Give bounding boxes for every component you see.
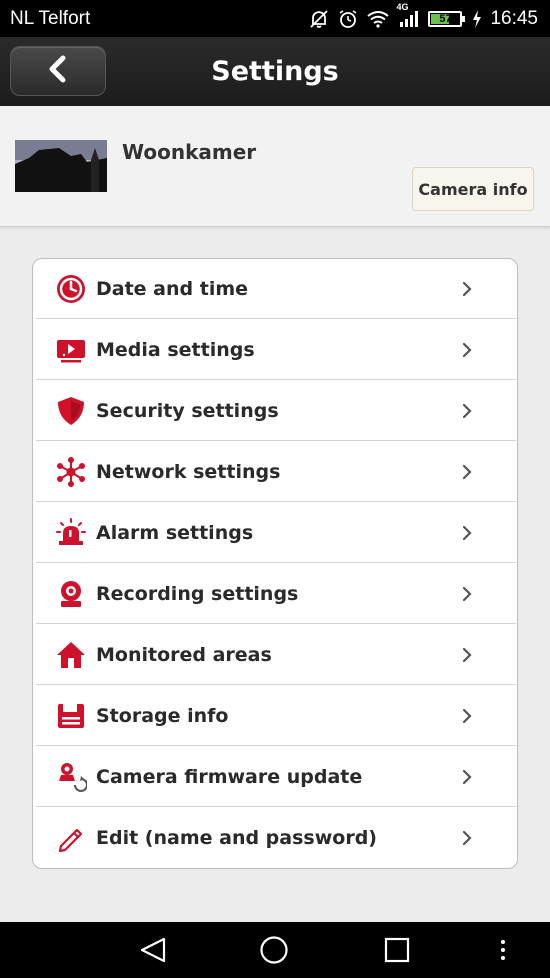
menu-item-label: Storage info xyxy=(96,704,229,727)
menu-item-date-and-time[interactable]: Date and time xyxy=(36,259,516,319)
wifi-icon xyxy=(366,10,390,28)
network-icon xyxy=(55,456,87,488)
chevron-right-icon xyxy=(460,463,474,481)
back-triangle-icon[interactable] xyxy=(138,936,168,969)
menu-item-monitored-areas[interactable]: Monitored areas xyxy=(36,625,516,685)
menu-item-alarm-settings[interactable]: Alarm settings xyxy=(36,503,516,563)
firmware-update-icon xyxy=(55,761,87,793)
menu-item-recording-settings[interactable]: Recording settings xyxy=(36,564,516,624)
chevron-right-icon xyxy=(460,280,474,298)
pencil-icon xyxy=(55,822,87,854)
status-bar: NL Telfort 4G 57 16:45 xyxy=(0,0,550,37)
menu-item-label: Network settings xyxy=(96,460,281,483)
title-bar: Settings xyxy=(0,37,550,106)
menu-item-label: Security settings xyxy=(96,399,279,422)
chevron-right-icon xyxy=(460,402,474,420)
alarm-icon xyxy=(338,9,358,29)
carrier-label: NL Telfort xyxy=(10,7,91,29)
signal-icon: 4G xyxy=(396,2,420,28)
menu-item-label: Alarm settings xyxy=(96,521,254,544)
camera-panel: Woonkamer Camera info xyxy=(0,106,550,227)
network-type-label: 4G xyxy=(396,1,409,12)
battery-icon: 57 xyxy=(428,10,466,27)
alarm-siren-icon xyxy=(55,517,87,549)
more-dots-icon[interactable] xyxy=(497,936,509,969)
camera-icon xyxy=(55,578,87,610)
menu-item-label: Date and time xyxy=(96,277,249,300)
menu-item-label: Edit (name and password) xyxy=(96,827,377,849)
chevron-right-icon xyxy=(460,341,474,359)
chevron-right-icon xyxy=(460,768,474,786)
menu-item-media-settings[interactable]: Media settings xyxy=(36,320,516,380)
back-button[interactable] xyxy=(10,46,106,96)
settings-menu: Date and time Media settings Security se… xyxy=(32,258,518,869)
home-circle-icon[interactable] xyxy=(259,936,289,969)
camera-name: Woonkamer xyxy=(122,140,257,164)
chevron-right-icon xyxy=(460,646,474,664)
page-title: Settings xyxy=(211,56,339,87)
chevron-right-icon xyxy=(460,707,474,725)
mute-icon xyxy=(308,9,330,29)
clock-icon xyxy=(55,273,87,305)
chevron-right-icon xyxy=(460,585,474,603)
status-icons: 4G 57 16:45 xyxy=(308,2,538,30)
menu-item-camera-firmware-update[interactable]: Camera firmware update xyxy=(36,747,516,807)
recents-square-icon[interactable] xyxy=(383,936,411,969)
menu-item-label: Monitored areas xyxy=(96,643,272,666)
navigation-bar xyxy=(0,922,550,978)
menu-item-label: Camera firmware update xyxy=(96,765,363,788)
menu-item-network-settings[interactable]: Network settings xyxy=(36,442,516,502)
menu-item-label: Media settings xyxy=(96,338,255,361)
battery-level: 57 xyxy=(439,12,452,25)
camera-thumbnail[interactable] xyxy=(15,140,107,192)
chevron-right-icon xyxy=(460,524,474,542)
media-icon xyxy=(55,334,87,366)
clock-time: 16:45 xyxy=(490,7,538,29)
storage-icon xyxy=(55,700,87,732)
menu-item-security-settings[interactable]: Security settings xyxy=(36,381,516,441)
menu-item-storage-info[interactable]: Storage info xyxy=(36,686,516,746)
chevron-left-icon xyxy=(45,55,71,88)
menu-item-edit-name-and-password[interactable]: Edit (name and password) xyxy=(36,808,516,868)
menu-item-label: Recording settings xyxy=(96,582,299,605)
house-icon xyxy=(55,639,87,671)
camera-info-button[interactable]: Camera info xyxy=(412,167,534,211)
shield-icon xyxy=(55,395,87,427)
charging-icon xyxy=(472,9,482,28)
chevron-right-icon xyxy=(460,829,474,847)
